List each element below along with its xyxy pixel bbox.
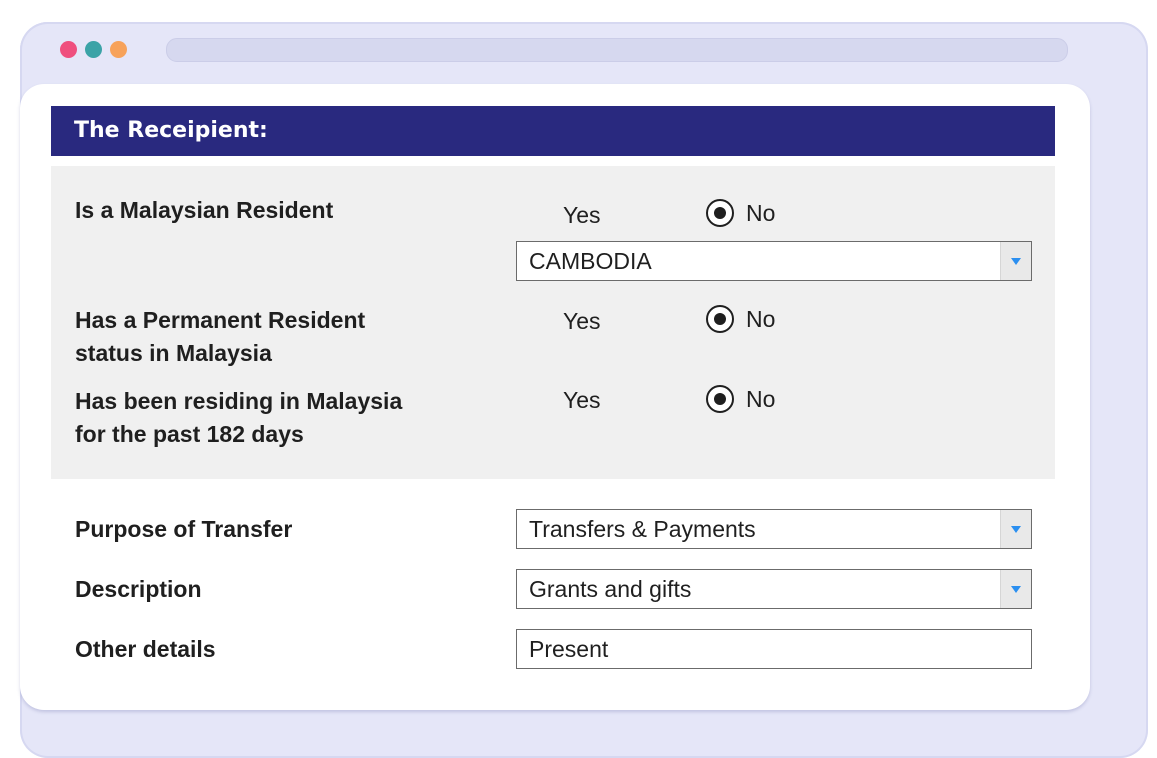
address-bar[interactable] bbox=[166, 38, 1068, 62]
other-details-input[interactable]: Present bbox=[516, 629, 1032, 669]
chevron-down-icon[interactable] bbox=[1000, 570, 1031, 608]
section-header: The Receipient: bbox=[51, 106, 1055, 156]
maximize-dot[interactable] bbox=[110, 41, 127, 58]
chevron-down-icon[interactable] bbox=[1000, 242, 1031, 280]
residing-label-line1: Has been residing in Malaysia bbox=[75, 388, 403, 414]
resident-label: Is a Malaysian Resident bbox=[75, 197, 334, 223]
purpose-value: Transfers & Payments bbox=[529, 516, 756, 542]
purpose-select[interactable]: Transfers & Payments bbox=[516, 509, 1032, 549]
residing-yes-option[interactable]: Yes bbox=[563, 386, 601, 414]
resident-yes-option[interactable]: Yes bbox=[563, 201, 601, 229]
permanent-label-line1: Has a Permanent Resident bbox=[75, 307, 366, 333]
chevron-down-icon[interactable] bbox=[1000, 510, 1031, 548]
resident-no-label[interactable]: No bbox=[746, 199, 775, 227]
resident-no-radio[interactable] bbox=[706, 199, 734, 227]
other-details-label: Other details bbox=[75, 636, 216, 662]
permanent-yes-option[interactable]: Yes bbox=[563, 307, 601, 335]
close-dot[interactable] bbox=[60, 41, 77, 58]
permanent-no-label[interactable]: No bbox=[746, 305, 775, 333]
minimize-dot[interactable] bbox=[85, 41, 102, 58]
description-value: Grants and gifts bbox=[529, 576, 692, 602]
description-label: Description bbox=[75, 576, 202, 602]
description-select[interactable]: Grants and gifts bbox=[516, 569, 1032, 609]
residing-no-radio[interactable] bbox=[706, 385, 734, 413]
permanent-label-line2: status in Malaysia bbox=[75, 340, 272, 366]
section-title: The Receipient: bbox=[74, 118, 268, 143]
permanent-no-radio[interactable] bbox=[706, 305, 734, 333]
other-details-value: Present bbox=[529, 636, 609, 662]
residing-label-line2: for the past 182 days bbox=[75, 421, 304, 447]
purpose-label: Purpose of Transfer bbox=[75, 516, 293, 542]
country-select[interactable]: CAMBODIA bbox=[516, 241, 1032, 281]
country-value: CAMBODIA bbox=[529, 248, 652, 274]
residing-no-label[interactable]: No bbox=[746, 385, 775, 413]
window-controls bbox=[60, 41, 127, 58]
